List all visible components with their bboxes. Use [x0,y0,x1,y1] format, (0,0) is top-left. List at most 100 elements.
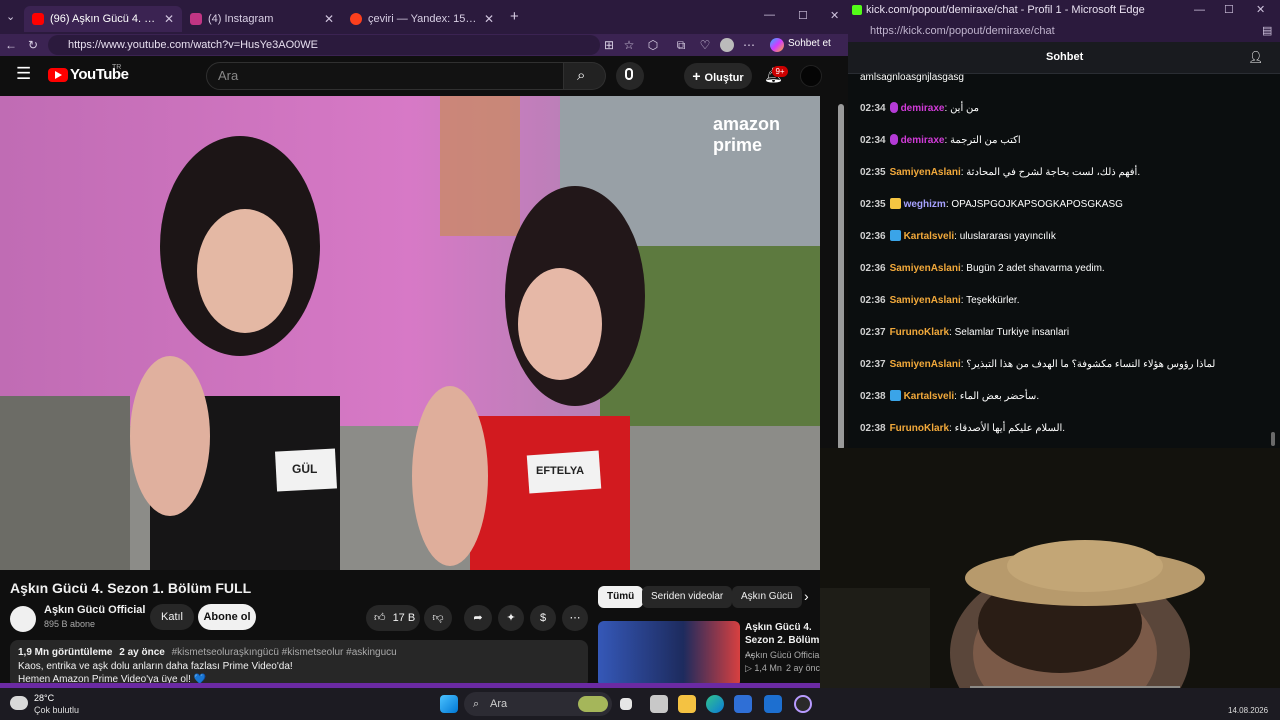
outlook-icon[interactable] [764,695,782,713]
tab-title: (96) Aşkın Gücü 4. Sezon 1. Bölüm [50,13,158,25]
chip-series-videos[interactable]: Seriden videolar [642,586,733,608]
chat-message-time: 02:34 [860,135,886,146]
search-button[interactable]: ⌕ [564,62,606,90]
tab-youtube[interactable]: (96) Aşkın Gücü 4. Sezon 1. Bölüm ✕ [24,6,182,32]
chat-username[interactable]: weghizm [904,199,946,210]
chip-all[interactable]: Tümü [598,586,644,608]
chat-message-time: 02:38 [860,423,886,434]
minimize-icon[interactable]: — [764,9,775,21]
join-button[interactable]: Katıl [150,604,194,630]
name-tag-left: GÜL [292,462,318,476]
split-screen-icon[interactable]: ⧉ [674,38,688,52]
chip-askin-gucu[interactable]: Aşkın Gücü [732,586,802,608]
widget-image-icon[interactable] [578,696,608,712]
chat-username[interactable]: SamiyenAslani [890,263,961,274]
collections-icon[interactable]: ♡ [698,38,712,52]
chat-username[interactable]: FurunoKlark [890,327,949,338]
start-windows-icon[interactable] [440,695,458,713]
url-field[interactable]: https://www.youtube.com/watch?v=HusYe3AO… [48,35,600,55]
chat-message: 02:35 SamiyenAslani: أفهم ذلك، لست بحاجة … [860,166,1270,180]
create-label: Oluştur [704,72,744,84]
chat-minimize-icon[interactable]: — [1194,0,1205,20]
weather-description[interactable]: Çok bulutlu [34,705,79,715]
weather-icon[interactable] [10,696,28,710]
copilot-label[interactable]: Sohbet et [788,38,831,49]
close-window-icon[interactable]: ✕ [830,9,839,22]
youtube-logo-icon[interactable] [48,68,68,82]
tab-close-icon[interactable]: ✕ [484,12,494,26]
related-video-thumbnail[interactable] [598,621,740,687]
chat-username[interactable]: SamiyenAslani [890,167,961,178]
chat-username[interactable]: Kartalsveli [904,391,955,402]
chat-username[interactable]: demiraxe [901,135,945,146]
hamburger-menu-icon[interactable]: ☰ [16,64,31,84]
hashtags[interactable]: #kismetseoluraşkıngücü #kismetseolur #as… [172,647,397,658]
taskbar-date: 14.08.2026 [1228,706,1269,715]
store-icon[interactable] [734,695,752,713]
refresh-icon[interactable]: ↻ [26,38,40,52]
news-app-icon[interactable] [650,695,668,713]
chat-users-icon[interactable]: 👤︎ [1248,50,1263,64]
upload-age: 2 ay önce [119,647,165,658]
back-icon[interactable]: ← [4,38,18,52]
name-tag-right: EFTELYA [536,465,585,477]
chat-message-text: من أين [950,103,979,114]
page-scroll-thumb[interactable] [838,104,844,450]
favorite-star-icon[interactable]: ☆ [622,38,636,52]
subscribe-button[interactable]: Abone ol [198,604,256,630]
chat-header: Sohbet 👤︎ [848,42,1280,74]
chat-message: 02:34 demiraxe: من أين [860,102,1270,116]
maximize-icon[interactable]: ☐ [798,9,808,22]
tab-list-chevron-icon[interactable]: ⌄ [6,10,15,23]
extensions-icon[interactable]: ⬡ [646,38,660,52]
chips-next-icon[interactable]: › [804,588,809,604]
chat-message-text: اكتب من الترجمة [950,135,1021,146]
tab-close-icon[interactable]: ✕ [324,12,334,26]
chat-message-time: 02:37 [860,359,886,370]
like-button[interactable]: 👍︎ 17 B [366,605,420,631]
account-avatar[interactable] [800,65,822,87]
weather-temperature[interactable]: 28°C [34,693,54,703]
apps-icon[interactable]: ⊞ [602,38,616,52]
chat-maximize-icon[interactable]: ☐ [1224,0,1234,20]
more-actions-button[interactable]: ⋯ [562,605,588,631]
more-menu-icon[interactable]: ⋯ [742,38,756,52]
tab-close-icon[interactable]: ✕ [164,12,174,26]
video-frame-illustration [0,96,820,570]
video-player[interactable]: amazon prime GÜL EFTELYA [0,96,820,570]
chat-address-bar[interactable]: https://kick.com/popout/demiraxe/chat ▤ [848,20,1280,42]
chat-message-time: 02:38 [860,391,886,402]
share-button[interactable]: ➦ [464,605,492,631]
tab-instagram[interactable]: (4) Instagram ✕ [182,6,342,32]
chat-url[interactable]: https://kick.com/popout/demiraxe/chat [870,20,1055,42]
chat-message-text: uluslararası yayıncılık [959,231,1056,242]
chat-username[interactable]: Kartalsveli [904,231,955,242]
chat-message: 02:35 weghizm: OPAJSPGOJKAPSOGKAPOSGKASG [860,198,1270,212]
star-badge-icon [889,390,901,401]
task-view-icon[interactable] [620,698,632,710]
new-tab-icon[interactable]: + [510,8,519,25]
edge-icon[interactable] [706,695,724,713]
file-explorer-icon[interactable] [678,695,696,713]
tab-title: çeviri — Yandex: 156 bin sonuç bu [368,13,478,25]
voice-search-button[interactable] [616,62,644,90]
chat-username[interactable]: SamiyenAslani [890,359,961,370]
channel-name[interactable]: Aşkın Gücü Official [44,604,145,616]
profile-avatar-icon[interactable] [720,38,734,52]
obs-icon[interactable] [794,695,812,713]
tab-yandex[interactable]: çeviri — Yandex: 156 bin sonuç bu ✕ [342,6,502,32]
thanks-button[interactable]: $ [530,605,556,631]
chat-scroll-thumb[interactable] [1271,432,1275,446]
chat-close-icon[interactable]: ✕ [1256,0,1265,20]
chat-message-time: 02:36 [860,263,886,274]
ask-button[interactable]: ✦ [498,605,524,631]
reader-mode-icon[interactable]: ▤ [1262,20,1272,42]
chat-username[interactable]: FurunoKlark [890,423,949,434]
dislike-button[interactable]: 👎︎ [424,605,452,631]
copilot-icon[interactable] [770,38,784,52]
search-input[interactable]: Ara [206,62,564,90]
chat-username[interactable]: SamiyenAslani [890,295,961,306]
channel-avatar[interactable] [10,606,36,632]
create-button[interactable]: + Oluştur [684,63,752,89]
chat-username[interactable]: demiraxe [901,103,945,114]
